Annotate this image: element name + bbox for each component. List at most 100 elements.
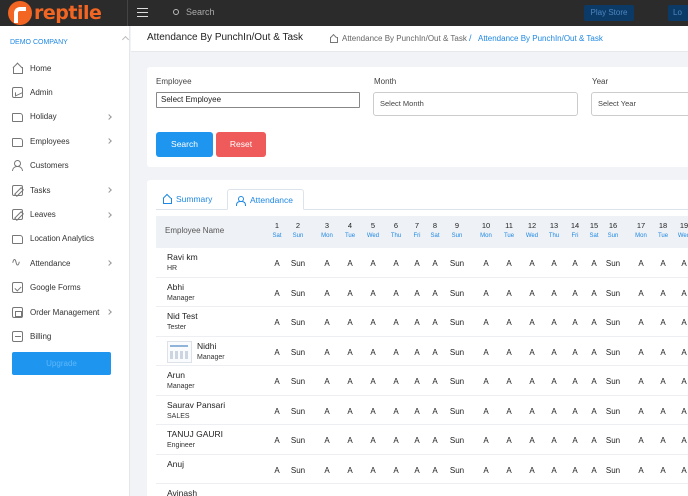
sidebar-item-tasks[interactable]: Tasks [0, 178, 130, 202]
day-number: 10 [481, 221, 491, 230]
sidebar-item-order-management[interactable]: Order Management [0, 300, 130, 324]
employee-select[interactable]: Select Employee [156, 92, 360, 108]
day-column-header: 2 Sun [288, 221, 308, 239]
sidebar-item-billing[interactable]: Billing [0, 324, 130, 348]
play-store-button[interactable]: Play Store [584, 5, 634, 21]
edit-icon [12, 209, 23, 221]
attendance-cell: Sun [605, 436, 621, 445]
table-row[interactable]: Avinash [156, 484, 688, 496]
attendance-cell: A [274, 465, 280, 475]
sidebar-item-admin[interactable]: Admin [0, 80, 130, 104]
attendance-cell: Sun [290, 377, 306, 386]
table-row[interactable]: Arun Manager A Sun A A A A A A Sun A A A A A A Sun A A A [156, 366, 688, 396]
day-column-header: 11 Tue [499, 221, 519, 239]
attendance-cell: A [591, 318, 597, 327]
attendance-cell: A [572, 436, 578, 445]
sidebar-item-google-forms[interactable]: Google Forms [0, 276, 130, 300]
attendance-cell: A [347, 288, 353, 298]
day-number: 14 [570, 221, 580, 230]
attendance-cell: A [274, 436, 280, 445]
brand-logo[interactable]: reptile [8, 1, 102, 25]
scroll-up-icon[interactable] [121, 35, 130, 44]
attendance-cell: A [529, 347, 535, 357]
attendance-cell: A [483, 436, 489, 445]
employee-name: Nid Test [167, 311, 198, 321]
attendance-cell: A [572, 347, 578, 357]
search-button[interactable]: Search [156, 132, 213, 157]
reset-button[interactable]: Reset [216, 132, 266, 157]
sidebar-item-attendance[interactable]: Attendance [0, 251, 130, 275]
attendance-cell: A [660, 288, 666, 298]
day-number: 4 [347, 221, 353, 230]
sidebar-item-label: Billing [30, 331, 52, 341]
day-name: Fri [413, 233, 421, 239]
table-row[interactable]: TANUJ GAURI Engineer A Sun A A A A A A Sun A A A A A A Su… [156, 425, 688, 455]
day-number: 3 [324, 221, 330, 230]
day-column-header: 4 Tue [340, 221, 360, 239]
attendance-cell: A [414, 318, 420, 327]
sidebar-item-customers[interactable]: Customers [0, 154, 130, 178]
attendance-cell: A [681, 347, 687, 357]
sidebar-item-label: Leaves [30, 210, 56, 220]
attendance-cell: A [506, 288, 512, 298]
attendance-cell: A [414, 259, 420, 268]
day-name: Fri [571, 233, 579, 239]
attendance-cell: A [483, 259, 489, 268]
attendance-cell: A [551, 377, 557, 386]
day-name: Tue [503, 233, 515, 239]
sidebar-item-holiday[interactable]: Holiday [0, 105, 130, 129]
attendance-cell: A [324, 318, 330, 327]
tab-summary[interactable]: Summary [162, 189, 212, 210]
home-icon [162, 195, 172, 204]
month-select[interactable]: Select Month [373, 92, 578, 116]
search-input[interactable]: Search [186, 7, 215, 17]
attendance-cell: A [660, 347, 666, 357]
attendance-cell: A [638, 465, 644, 475]
attendance-cell: A [432, 465, 438, 475]
day-name: Sat [430, 233, 440, 239]
attendance-cell: A [681, 288, 687, 298]
attendance-cell: A [681, 377, 687, 386]
attendance-cell: Sun [290, 288, 306, 298]
home-icon[interactable] [329, 34, 338, 43]
menu-toggle-icon[interactable] [137, 8, 148, 17]
upgrade-button[interactable]: Upgrade [12, 352, 111, 375]
attendance-card: Summary Attendance Employee Name 1 Sat 2 Su… [147, 180, 688, 496]
attendance-cell: A [506, 406, 512, 416]
logout-button[interactable]: Lo [668, 5, 688, 21]
sidebar-item-location-analytics[interactable]: Location Analytics [0, 227, 130, 251]
attendance-cell: A [370, 318, 376, 327]
table-row[interactable]: Nid Test Tester A Sun A A A A A A Sun A A A A A A Sun A A A [156, 307, 688, 337]
user-icon [236, 196, 246, 206]
breadcrumb-item[interactable]: Attendance By PunchIn/Out & Task [342, 34, 467, 43]
employee-name: Arun [167, 370, 185, 380]
employee-name: TANUJ GAURI [167, 429, 224, 439]
employee-name: Avinash [167, 488, 198, 496]
breadcrumb-current: Attendance By PunchIn/Out & Task [478, 34, 603, 43]
table-row[interactable]: Abhi Manager A Sun A A A A A A Sun A A A A A A Sun A A A [156, 278, 688, 307]
table-row[interactable]: Anuj A Sun A A A A A A Sun A A A A A A Sun A A A [156, 455, 688, 484]
attendance-cell: A [506, 347, 512, 357]
attendance-cell: A [414, 465, 420, 475]
employee-role: HR [167, 265, 178, 272]
page-title: Attendance By PunchIn/Out & Task [147, 32, 304, 43]
attendance-cell: A [414, 406, 420, 416]
sidebar-item-leaves[interactable]: Leaves [0, 202, 130, 226]
attendance-cell: A [414, 288, 420, 298]
year-select[interactable]: Select Year [591, 92, 688, 116]
table-row[interactable]: Nidhi Manager A Sun A A A A A A Sun A A A A A A Sun A A A [156, 337, 688, 366]
attendance-cell: A [432, 288, 438, 298]
tab-attendance[interactable]: Attendance [227, 189, 304, 210]
table-row[interactable]: Saurav Pansari SALES A Sun A A A A A A Sun A A A A A A Su… [156, 396, 688, 425]
sidebar-item-home[interactable]: Home [0, 56, 130, 80]
attendance-cell: A [591, 406, 597, 416]
day-name: Wed [677, 233, 688, 239]
sidebar-item-label: Holiday [30, 112, 57, 122]
sidebar-item-employees[interactable]: Employees [0, 129, 130, 153]
attendance-cell: A [324, 377, 330, 386]
attendance-cell: A [591, 436, 597, 445]
employee-name: Ravi km [167, 252, 198, 262]
table-row[interactable]: Ravi km HR A Sun A A A A A A Sun A A A A A A Sun A A A [156, 248, 688, 278]
attendance-cell: A [324, 259, 330, 268]
day-column-header: 18 Tue [653, 221, 673, 239]
